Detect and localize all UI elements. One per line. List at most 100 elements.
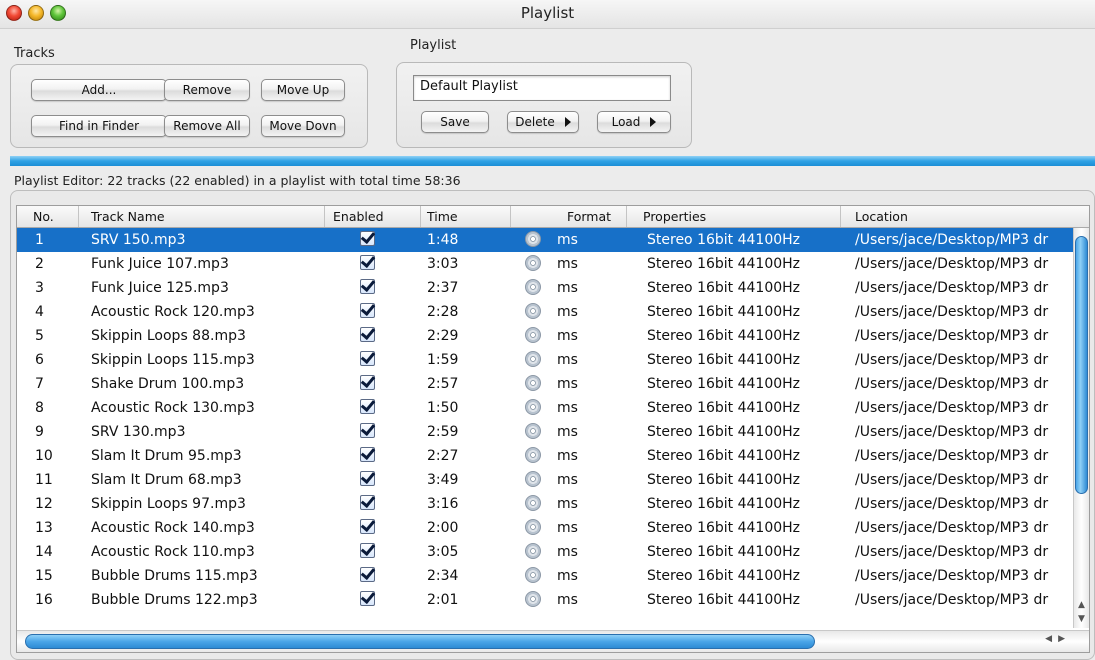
enabled-checkbox-icon[interactable] (360, 255, 375, 270)
delete-button[interactable]: Delete (507, 111, 579, 133)
find-in-finder-button[interactable]: Find in Finder (31, 115, 167, 137)
cell-time: 3:49 (427, 472, 459, 488)
playlist-status: Playlist Editor: 22 tracks (22 enabled) … (14, 173, 461, 188)
remove-all-button[interactable]: Remove All (164, 115, 250, 137)
cell-no: 4 (35, 304, 44, 320)
enabled-checkbox-icon[interactable] (360, 303, 375, 318)
move-down-button[interactable]: Move Dovn (261, 115, 345, 137)
cell-track-name: Funk Juice 125.mp3 (91, 280, 229, 296)
table-row[interactable]: 10 Slam It Drum 95.mp3 2:27 ms Stereo 16bit … (17, 444, 1073, 468)
vertical-scroll-thumb[interactable] (1075, 236, 1088, 494)
cell-time: 1:59 (427, 352, 459, 368)
remove-button[interactable]: Remove (164, 79, 250, 101)
table-row[interactable]: 1 SRV 150.mp3 1:48 ms Stereo 16bit 44100Hz/U… (17, 228, 1073, 252)
cell-no: 11 (35, 472, 53, 488)
cell-track-name: Slam It Drum 95.mp3 (91, 448, 242, 464)
table-row[interactable]: 9 SRV 130.mp3 2:59 ms Stereo 16bit 44100Hz/U… (17, 420, 1073, 444)
playlist-group-label: Playlist (410, 38, 457, 53)
cell-time: 2:34 (427, 568, 459, 584)
table-row[interactable]: 11 Slam It Drum 68.mp3 3:49 ms Stereo 16bit … (17, 468, 1073, 492)
cell-no: 7 (35, 376, 44, 392)
save-button[interactable]: Save (421, 111, 489, 133)
cd-icon (525, 255, 541, 271)
cell-time: 1:50 (427, 400, 459, 416)
cell-track-name: Skippin Loops 97.mp3 (91, 496, 246, 512)
enabled-checkbox-icon[interactable] (360, 279, 375, 294)
table-row[interactable]: 14 Acoustic Rock 110.mp3 3:05 ms Stereo 16bi… (17, 540, 1073, 564)
scroll-arrows-horizontal-icon[interactable]: ◀▶ (1045, 634, 1071, 644)
column-header-properties[interactable]: Properties (627, 206, 841, 227)
enabled-checkbox-icon[interactable] (360, 471, 375, 486)
column-header-track-name[interactable]: Track Name (79, 206, 325, 227)
cell-time: 2:29 (427, 328, 459, 344)
cell-format: ms (557, 304, 578, 320)
cell-format: ms (557, 568, 578, 584)
column-header-location[interactable]: Location (841, 206, 1089, 227)
scroll-arrows-vertical-icon[interactable]: ▲ ▼ (1074, 598, 1089, 628)
cell-no: 5 (35, 328, 44, 344)
table-row[interactable]: 16 Bubble Drums 122.mp3 2:01 ms Stereo 16bit… (17, 588, 1073, 612)
table-row[interactable]: 6 Skippin Loops 115.mp3 1:59 ms Stereo 16bit… (17, 348, 1073, 372)
table-row[interactable]: 12 Skippin Loops 97.mp3 3:16 ms Stereo 16bit… (17, 492, 1073, 516)
cell-track-name: Skippin Loops 115.mp3 (91, 352, 255, 368)
triangle-right-icon (650, 117, 657, 127)
enabled-checkbox-icon[interactable] (360, 519, 375, 534)
load-button[interactable]: Load (597, 111, 671, 133)
cd-icon (525, 471, 541, 487)
enabled-checkbox-icon[interactable] (360, 543, 375, 558)
cell-format: ms (557, 520, 578, 536)
playlist-name-field[interactable]: Default Playlist (413, 75, 671, 101)
cell-properties: Stereo 16bit 44100Hz (647, 400, 801, 416)
table-row[interactable]: 2 Funk Juice 107.mp3 3:03 ms Stereo 16bit 44… (17, 252, 1073, 276)
table-row[interactable]: 7 Shake Drum 100.mp3 2:57 ms Stereo 16bit 44… (17, 372, 1073, 396)
table-row[interactable]: 4 Acoustic Rock 120.mp3 2:28 ms Stereo 16bit… (17, 300, 1073, 324)
cell-time: 2:01 (427, 592, 459, 608)
cd-icon (525, 519, 541, 535)
enabled-checkbox-icon[interactable] (360, 591, 375, 606)
cell-location: /Users/jace/Desktop/MP3 dr (855, 520, 1049, 536)
enabled-checkbox-icon[interactable] (360, 231, 375, 246)
table-row[interactable]: 3 Funk Juice 125.mp3 2:37 ms Stereo 16bit 44… (17, 276, 1073, 300)
enabled-checkbox-icon[interactable] (360, 375, 375, 390)
tracks-group: Add... Remove Move Up Find in Finder Rem… (10, 64, 368, 148)
enabled-checkbox-icon[interactable] (360, 351, 375, 366)
cd-icon (525, 399, 541, 415)
column-header-enabled[interactable]: Enabled (325, 206, 421, 227)
enabled-checkbox-icon[interactable] (360, 447, 375, 462)
cell-location: /Users/jace/Desktop/MP3 dr (855, 400, 1049, 416)
cell-no: 13 (35, 520, 53, 536)
cell-no: 6 (35, 352, 44, 368)
table-header: No. Track Name Enabled Time Format Prope… (17, 206, 1089, 228)
table-row[interactable]: 13 Acoustic Rock 140.mp3 2:00 ms Stereo 16bi… (17, 516, 1073, 540)
horizontal-scroll-thumb[interactable] (25, 634, 815, 649)
enabled-checkbox-icon[interactable] (360, 495, 375, 510)
column-header-no[interactable]: No. (17, 206, 79, 227)
cd-icon (525, 303, 541, 319)
split-divider[interactable] (10, 156, 1095, 166)
cd-icon (525, 567, 541, 583)
table-row[interactable]: 8 Acoustic Rock 130.mp3 1:50 ms Stereo 16bit… (17, 396, 1073, 420)
enabled-checkbox-icon[interactable] (360, 567, 375, 582)
cell-properties: Stereo 16bit 44100Hz (647, 376, 801, 392)
table-row[interactable]: 15 Bubble Drums 115.mp3 2:34 ms Stereo 16bit… (17, 564, 1073, 588)
horizontal-scrollbar[interactable]: ◀▶ (17, 630, 1089, 652)
title-bar: Playlist (0, 0, 1095, 29)
cell-no: 10 (35, 448, 53, 464)
playlist-window: Playlist Tracks Add... Remove Move Up Fi… (0, 0, 1095, 660)
cell-location: /Users/jace/Desktop/MP3 dr (855, 472, 1049, 488)
table-row[interactable]: 5 Skippin Loops 88.mp3 2:29 ms Stereo 16bit … (17, 324, 1073, 348)
column-header-time[interactable]: Time (421, 206, 511, 227)
cell-properties: Stereo 16bit 44100Hz (647, 304, 801, 320)
cell-no: 8 (35, 400, 44, 416)
enabled-checkbox-icon[interactable] (360, 399, 375, 414)
move-up-button[interactable]: Move Up (261, 79, 345, 101)
vertical-scrollbar[interactable]: ▲ ▼ (1073, 228, 1089, 628)
add-button[interactable]: Add... (31, 79, 167, 101)
cell-location: /Users/jace/Desktop/MP3 dr (855, 544, 1049, 560)
cell-time: 2:57 (427, 376, 459, 392)
cell-track-name: Funk Juice 107.mp3 (91, 256, 229, 272)
column-header-format[interactable]: Format (511, 206, 627, 227)
enabled-checkbox-icon[interactable] (360, 327, 375, 342)
enabled-checkbox-icon[interactable] (360, 423, 375, 438)
cell-properties: Stereo 16bit 44100Hz (647, 472, 801, 488)
